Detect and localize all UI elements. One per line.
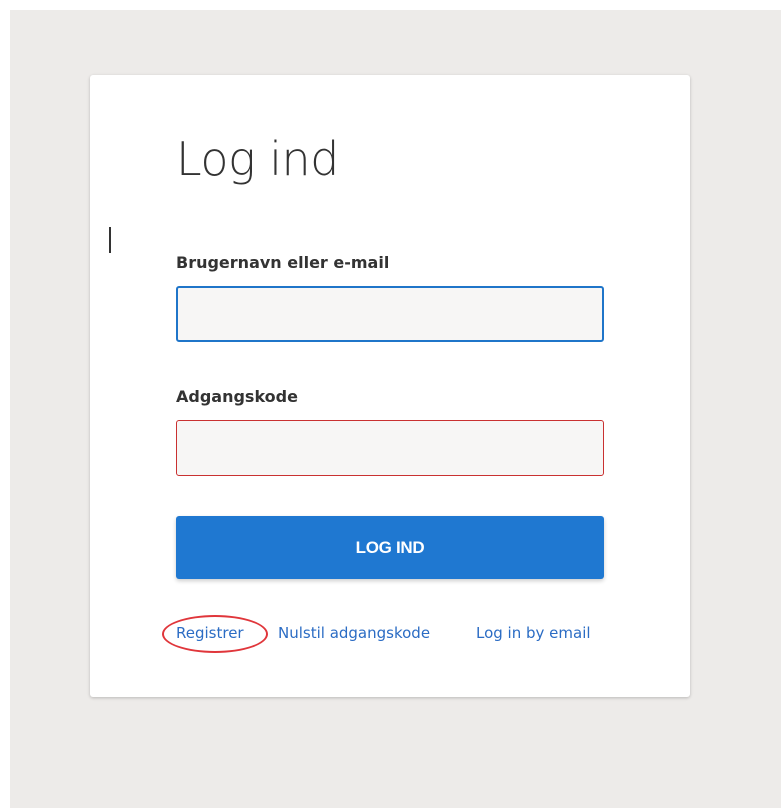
login-button[interactable]: LOG IND <box>176 516 604 579</box>
login-card: Log ind Brugernavn eller e-mail Adgangsk… <box>90 75 690 697</box>
page-title: Log ind <box>176 132 339 186</box>
auth-links: Registrer Nulstil adgangskode Log in by … <box>176 621 606 645</box>
register-link[interactable]: Registrer <box>176 621 244 645</box>
reset-password-link[interactable]: Nulstil adgangskode <box>278 621 430 645</box>
username-label: Brugernavn eller e-mail <box>176 253 390 272</box>
username-input[interactable] <box>176 286 604 342</box>
text-cursor <box>109 227 111 253</box>
password-input[interactable] <box>176 420 604 476</box>
password-label: Adgangskode <box>176 387 298 406</box>
email-login-link[interactable]: Log in by email <box>476 621 591 645</box>
